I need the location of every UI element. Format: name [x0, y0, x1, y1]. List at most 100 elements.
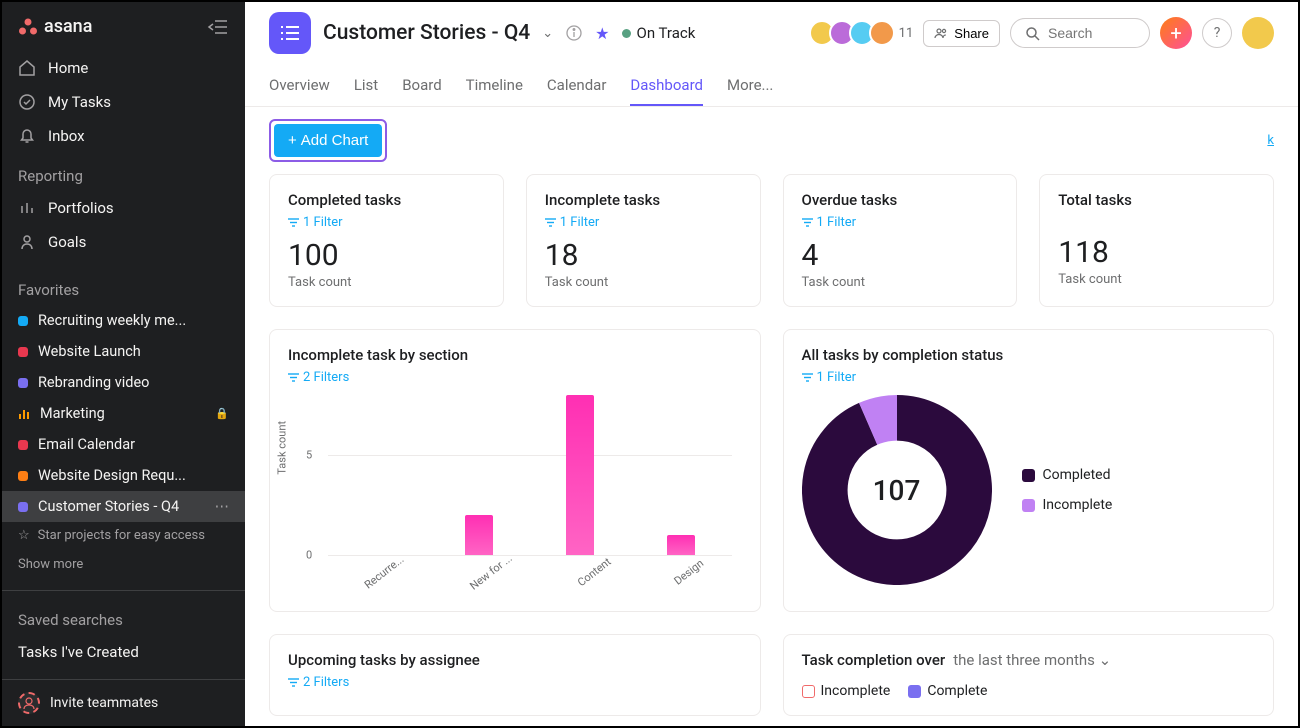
legend-item: Incomplete	[1022, 497, 1113, 513]
sidebar-favorite-item[interactable]: Website Design Requ...	[2, 460, 245, 491]
project-color-icon	[18, 471, 28, 481]
nav-inbox[interactable]: Inbox	[2, 119, 245, 153]
share-label: Share	[954, 26, 989, 41]
add-chart-button[interactable]: + Add Chart	[274, 124, 382, 157]
share-button[interactable]: Share	[923, 20, 1000, 47]
nav-home[interactable]: Home	[2, 51, 245, 85]
bar-chart-card[interactable]: Incomplete task by section 2 Filters Tas…	[269, 329, 761, 612]
star-icon[interactable]: ★	[595, 24, 609, 43]
chart-filter[interactable]: 2 Filters	[288, 675, 742, 690]
legend-toggle[interactable]: Incomplete	[802, 683, 891, 699]
bar	[465, 515, 493, 555]
help-button[interactable]: ?	[1202, 18, 1232, 48]
more-icon[interactable]: ⋯	[215, 498, 230, 515]
metric-card[interactable]: Completed tasks1 Filter100Task count	[269, 174, 504, 307]
nav-goals[interactable]: Goals	[2, 225, 245, 259]
donut-chart-card[interactable]: All tasks by completion status 1 Filter …	[783, 329, 1275, 612]
metric-filter[interactable]: 1 Filter	[288, 215, 485, 230]
legend-swatch	[908, 685, 921, 698]
chart-filter[interactable]: 2 Filters	[288, 370, 742, 385]
metric-card[interactable]: Incomplete tasks1 Filter18Task count	[526, 174, 761, 307]
tab-overview[interactable]: Overview	[269, 68, 330, 106]
check-circle-icon	[18, 93, 36, 111]
sidebar-favorite-item[interactable]: Rebranding video	[2, 367, 245, 398]
tab-dashboard[interactable]: Dashboard	[630, 68, 703, 106]
metric-filter[interactable]: 1 Filter	[802, 215, 999, 230]
metric-subtitle: Task count	[802, 275, 999, 290]
metric-title: Completed tasks	[288, 191, 485, 209]
chart-title: Task completion over	[802, 651, 946, 669]
bar	[667, 535, 695, 555]
reporting-heading: Reporting	[2, 157, 245, 191]
donut-chart: 107	[802, 395, 992, 585]
tab-more[interactable]: More...	[727, 68, 773, 106]
metric-title: Overdue tasks	[802, 191, 999, 209]
chart-filter[interactable]: 1 Filter	[802, 370, 1256, 385]
legend-swatch	[1022, 469, 1035, 482]
completion-chart-card[interactable]: Task completion over the last three mont…	[783, 634, 1275, 716]
brand-logo[interactable]: asana	[18, 16, 92, 37]
nav-label: My Tasks	[48, 93, 111, 111]
avatar	[869, 20, 895, 46]
home-icon	[18, 59, 36, 77]
metric-value: 118	[1058, 235, 1255, 270]
y-axis-label: Task count	[276, 421, 289, 475]
sidebar-favorite-item[interactable]: Marketing🔒	[2, 398, 245, 429]
tab-list[interactable]: List	[354, 68, 378, 106]
project-icon[interactable]	[269, 12, 311, 54]
chart-title: Incomplete task by section	[288, 346, 742, 364]
nav-my-tasks[interactable]: My Tasks	[2, 85, 245, 119]
upcoming-chart-card[interactable]: Upcoming tasks by assignee 2 Filters	[269, 634, 761, 716]
info-icon[interactable]	[565, 24, 583, 42]
plus-icon: +	[288, 132, 297, 149]
sidebar-favorite-item[interactable]: Website Launch	[2, 336, 245, 367]
sidebar-collapse-icon[interactable]	[207, 19, 229, 35]
search-input[interactable]	[1048, 25, 1128, 41]
favorite-label: Website Design Requ...	[38, 467, 229, 484]
favorite-label: Email Calendar	[38, 436, 229, 453]
status-pill[interactable]: On Track	[622, 24, 696, 42]
chart-title: Upcoming tasks by assignee	[288, 651, 742, 669]
nav-portfolios[interactable]: Portfolios	[2, 191, 245, 225]
bell-icon	[18, 127, 36, 145]
favorite-label: Customer Stories - Q4	[38, 498, 205, 515]
saved-searches-heading: Saved searches	[2, 601, 245, 635]
saved-search-item[interactable]: Tasks I've Created	[2, 635, 245, 669]
project-title[interactable]: Customer Stories - Q4	[323, 21, 530, 45]
tab-board[interactable]: Board	[402, 68, 441, 106]
x-axis-label: New for ...	[468, 552, 525, 605]
sidebar-favorite-item[interactable]: Customer Stories - Q4 ⋯	[2, 491, 245, 522]
donut-center-value: 107	[802, 395, 992, 585]
period-selector[interactable]: the last three months ⌄	[953, 651, 1111, 669]
search-box[interactable]	[1010, 18, 1150, 48]
tab-calendar[interactable]: Calendar	[547, 68, 607, 106]
avatar-overflow: 11	[899, 26, 914, 41]
favorite-label: Website Launch	[38, 343, 229, 360]
sidebar-favorite-item[interactable]: Recruiting weekly me...	[2, 305, 245, 336]
search-icon	[1025, 26, 1040, 41]
tab-timeline[interactable]: Timeline	[466, 68, 523, 106]
metric-card[interactable]: Total tasks118Task count	[1039, 174, 1274, 307]
project-color-icon	[18, 440, 28, 450]
global-add-button[interactable]: +	[1160, 17, 1192, 49]
current-user-avatar[interactable]	[1242, 17, 1274, 49]
chevron-down-icon[interactable]: ⌄	[542, 26, 553, 41]
filter-icon	[288, 373, 299, 382]
invite-teammates[interactable]: Invite teammates	[2, 679, 245, 726]
favorites-tip: ☆ Star projects for easy access	[2, 522, 245, 549]
nav-label: Goals	[48, 233, 86, 251]
metric-card[interactable]: Overdue tasks1 Filter4Task count	[783, 174, 1018, 307]
feedback-link[interactable]: k	[1267, 133, 1274, 148]
member-avatars[interactable]: 11	[815, 20, 914, 46]
brand-name: asana	[44, 16, 92, 37]
invite-icon	[18, 692, 40, 714]
show-more-link[interactable]: Show more	[2, 549, 245, 580]
sidebar: asana Home My Tasks Inbox Reporting Po	[2, 2, 245, 726]
sidebar-favorite-item[interactable]: Email Calendar	[2, 429, 245, 460]
metric-subtitle: Task count	[545, 275, 742, 290]
nav-label: Home	[48, 59, 88, 77]
x-axis-label: Design	[672, 557, 716, 600]
project-color-icon	[18, 378, 28, 388]
legend-toggle[interactable]: Complete	[908, 683, 987, 699]
metric-filter[interactable]: 1 Filter	[545, 215, 742, 230]
